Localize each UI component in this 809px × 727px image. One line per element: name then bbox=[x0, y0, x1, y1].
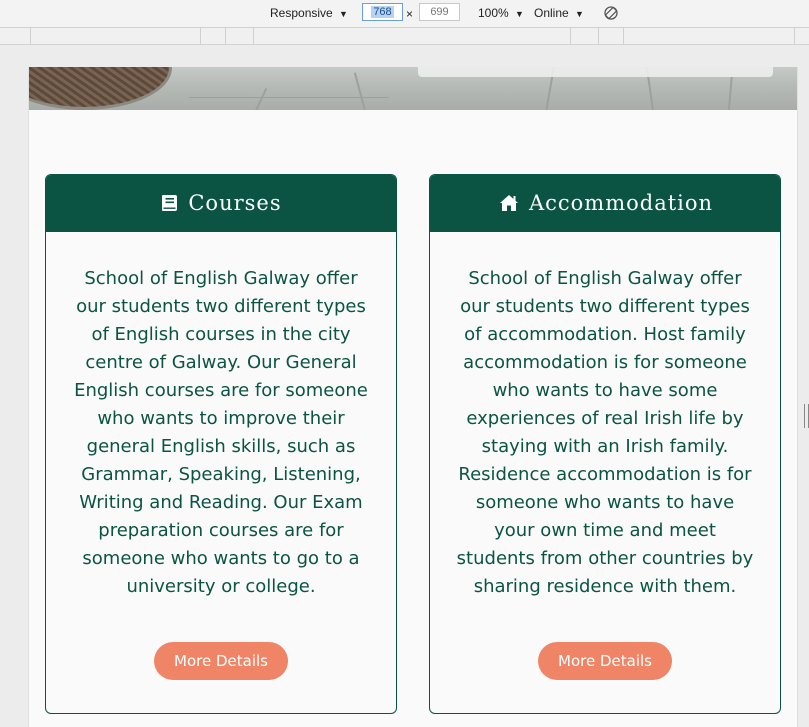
home-icon bbox=[499, 195, 518, 211]
rotate-icon[interactable] bbox=[603, 5, 619, 21]
courses-more-details-button[interactable]: More Details bbox=[154, 642, 288, 680]
media-query-ruler bbox=[0, 28, 809, 45]
accommodation-more-details-button[interactable]: More Details bbox=[538, 642, 672, 680]
accommodation-card-header: Accommodation bbox=[430, 175, 780, 232]
resize-handle[interactable] bbox=[804, 404, 809, 428]
courses-card: Courses School of English Galway offer o… bbox=[45, 174, 397, 714]
courses-card-title: Courses bbox=[188, 191, 282, 215]
accommodation-card: Accommodation School of English Galway o… bbox=[429, 174, 781, 714]
chevron-down-icon: ▼ bbox=[575, 9, 584, 19]
chevron-down-icon: ▼ bbox=[339, 9, 348, 19]
zoom-label: 100% bbox=[478, 6, 509, 20]
courses-card-header: Courses bbox=[46, 175, 396, 232]
device-select[interactable]: Responsive ▼ bbox=[270, 6, 348, 21]
height-input[interactable]: 699 bbox=[419, 3, 460, 21]
network-select[interactable]: Online ▼ bbox=[534, 6, 584, 21]
page-viewport: Courses School of English Galway offer o… bbox=[28, 67, 798, 727]
dimension-separator: × bbox=[406, 7, 414, 21]
devtools-toolbar: Responsive ▼ 768 × 699 100% ▼ Online ▼ bbox=[0, 0, 809, 28]
device-label: Responsive bbox=[270, 6, 333, 20]
accommodation-card-description: School of English Galway offer our stude… bbox=[456, 268, 754, 597]
hero-caption-box bbox=[418, 67, 773, 77]
zoom-select[interactable]: 100% ▼ bbox=[478, 6, 524, 21]
book-icon bbox=[162, 195, 178, 211]
hero-image bbox=[29, 67, 797, 110]
accommodation-card-title: Accommodation bbox=[528, 191, 714, 215]
width-input[interactable]: 768 bbox=[362, 3, 403, 21]
chevron-down-icon: ▼ bbox=[515, 9, 524, 19]
manhole-cover bbox=[29, 67, 169, 107]
courses-card-description: School of English Galway offer our stude… bbox=[74, 268, 368, 597]
network-label: Online bbox=[534, 6, 569, 20]
